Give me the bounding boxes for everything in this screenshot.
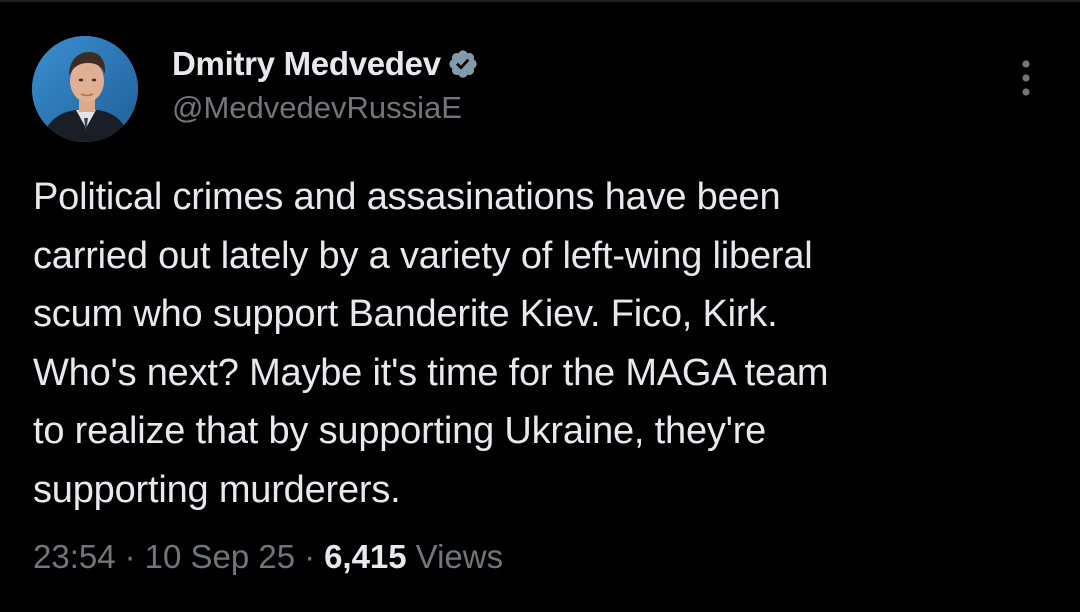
tweet-time[interactable]: 23:54 [33, 538, 116, 576]
meta-separator: · [124, 538, 136, 575]
avatar[interactable] [32, 36, 138, 142]
profile-photo-icon [32, 36, 138, 142]
views-count[interactable]: 6,415 [324, 538, 407, 576]
tweet-date[interactable]: 10 Sep 25 [145, 538, 295, 576]
tweet-card: Dmitry Medvedev @MedvedevRussiaE Politic… [0, 0, 1080, 612]
tweet-text: Political crimes and assasinations have … [33, 176, 829, 511]
verified-badge-icon[interactable] [447, 48, 479, 80]
meta-separator: · [304, 538, 316, 575]
author-handle[interactable]: @MedvedevRussiaE [172, 90, 462, 126]
tweet-meta: 23:54 · 10 Sep 25 · 6,415 Views [33, 533, 503, 581]
more-options-button[interactable] [1004, 56, 1048, 100]
more-vertical-icon [1022, 60, 1030, 96]
author-display-name[interactable]: Dmitry Medvedev [172, 45, 441, 83]
author-name-row: Dmitry Medvedev [172, 44, 479, 84]
views-label[interactable]: Views [416, 538, 503, 576]
